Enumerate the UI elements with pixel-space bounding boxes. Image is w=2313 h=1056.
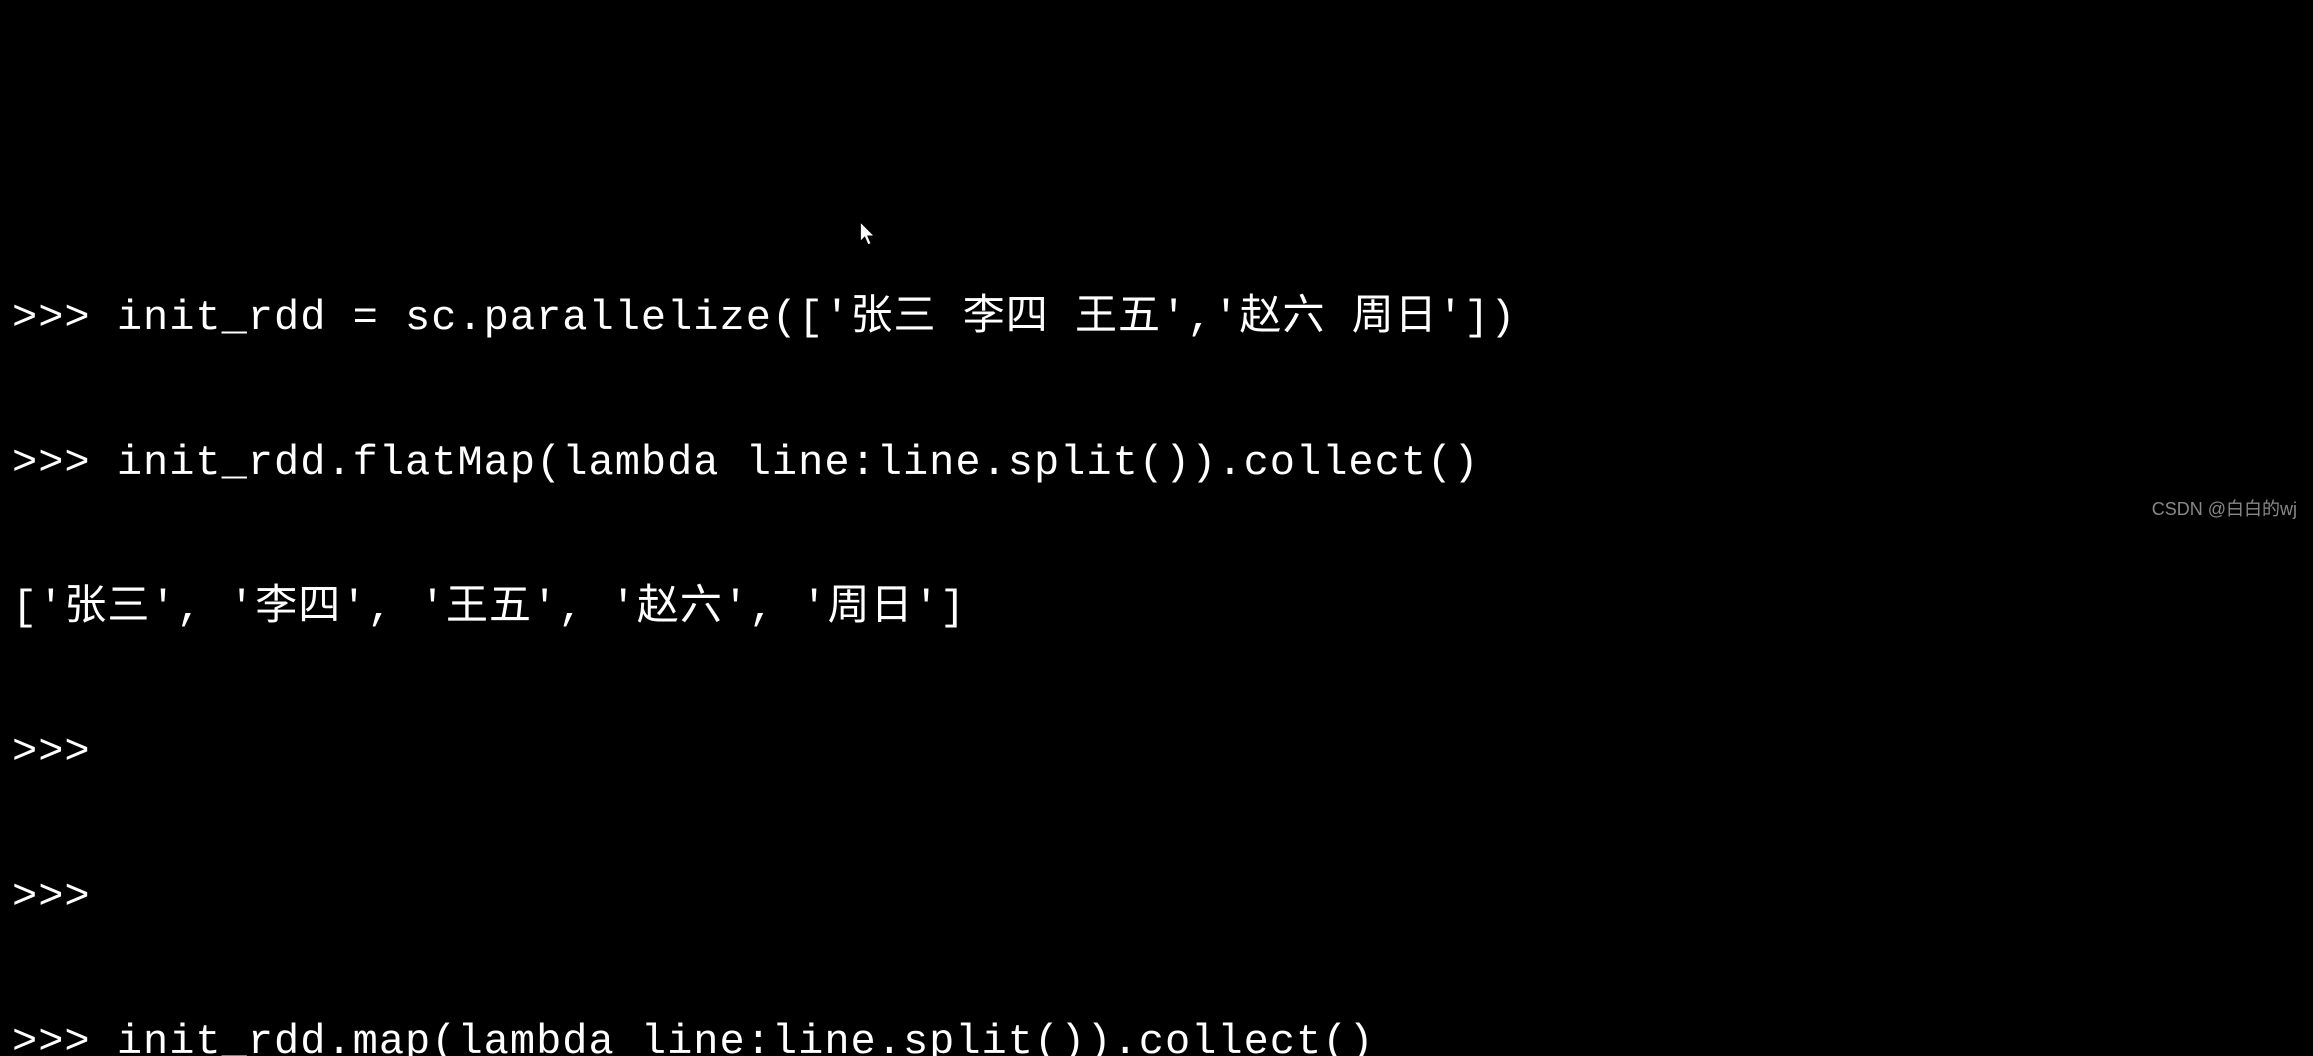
output-line: ['张三', '李四', '王五', '赵六', '周日'] (12, 584, 2301, 632)
watermark-text: CSDN @白白的wj (2152, 499, 2297, 520)
prompt-line: >>> (12, 728, 2301, 776)
code-line: >>> init_rdd.flatMap(lambda line:line.sp… (12, 439, 2301, 487)
code-line: >>> init_rdd = sc.parallelize(['张三 李四 王五… (12, 294, 2301, 342)
terminal-output[interactable]: >>> init_rdd = sc.parallelize(['张三 李四 王五… (12, 197, 2301, 1056)
prompt-line: >>> (12, 873, 2301, 921)
code-line: >>> init_rdd.map(lambda line:line.split(… (12, 1018, 2301, 1056)
